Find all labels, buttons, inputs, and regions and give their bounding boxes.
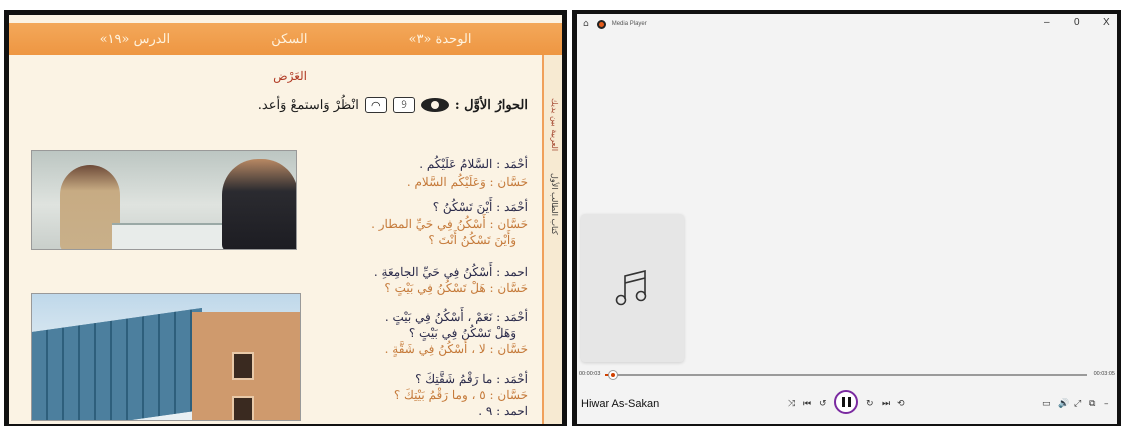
cast-icon[interactable]: ⧉: [1089, 399, 1095, 409]
side-tab: العربية بين يديك كتاب الطالب الأول: [542, 55, 562, 424]
media-player-content: ⌂ Media Player – 0 X 00:00:03 00:03:05 H…: [577, 14, 1117, 424]
close-button[interactable]: X: [1103, 17, 1110, 28]
photo-window: [232, 352, 254, 380]
dialog-line: أحْمَد : نَعَمْ ، أَسْكُنُ فِي بَيْتٍ .: [384, 310, 528, 324]
dialog-line: حَسَّان : وَعَلَيْكُم السَّلام .: [406, 175, 528, 189]
side-tab-volume: كتاب الطالب الأول: [550, 173, 559, 235]
music-note-icon: [615, 269, 646, 306]
dialog-line: احمد : ٩ .: [478, 404, 528, 418]
transport-bar: Hiwar As-Sakan ⤨ ⏮ ↺ ↻ ⏭ ⟲ ▭ 🔊 ⤢ ⧉ –: [577, 390, 1117, 420]
home-icon[interactable]: ⌂: [583, 19, 589, 29]
dialog-line: أحْمَد : ما رَقْمُ شَقَّتِكَ ؟: [415, 372, 528, 386]
photo-window: [232, 396, 254, 420]
title-bar: ⌂ Media Player – 0 X: [577, 14, 1117, 34]
media-player-window: ⌂ Media Player – 0 X 00:00:03 00:03:05 H…: [572, 10, 1121, 426]
repeat-icon[interactable]: ⟲: [897, 399, 905, 409]
unit-label: الوحدة «٣»: [408, 31, 472, 47]
dialog-instruction-row: الحوارُ الأوَّل : 𝟿 ◠ انْظُرْ وَاستمعْ و…: [258, 97, 528, 113]
mouth-icon: ◠: [364, 97, 387, 113]
dialog-line: حَسَّان : أَسْكُنُ فِي حَيِّ المطار .: [371, 217, 528, 231]
ear-icon: 𝟿: [392, 97, 415, 113]
dialog-line: حَسَّان : هَلْ تَسْكُنُ فِي بَيْتٍ ؟: [384, 281, 528, 295]
seek-thumb[interactable]: [607, 370, 618, 380]
photo-glass-facade: [32, 308, 202, 420]
total-time: 00:03:05: [1093, 371, 1115, 377]
seek-bar-row: 00:00:03 00:03:05: [577, 369, 1117, 381]
forward-icon[interactable]: ↻: [866, 399, 874, 409]
photo-person-left: [60, 165, 120, 249]
photo-person-right: [222, 159, 296, 249]
app-icon: [596, 19, 606, 29]
dialog-instruction: انْظُرْ وَاستمعْ وَأعد.: [257, 97, 359, 113]
elapsed-time: 00:00:03: [579, 371, 601, 377]
eye-icon: [420, 98, 449, 112]
fullscreen-icon[interactable]: ⤢: [1074, 399, 1081, 409]
pause-icon: [841, 397, 851, 407]
pause-button[interactable]: [834, 390, 858, 414]
photo-table: [112, 223, 232, 249]
dialog-line: احمد : أَسْكُنُ فِي حَيِّ الجامِعَةِ .: [373, 265, 528, 279]
shuffle-icon[interactable]: ⤨: [788, 399, 795, 409]
dialog-line: أحْمَد : السَّلامُ عَلَيْكُم .: [419, 157, 528, 171]
seek-track[interactable]: [605, 370, 1087, 380]
volume-icon[interactable]: 🔊: [1058, 399, 1069, 409]
textbook-page: الوحدة «٣» السكن الدرس «١٩» العربية بين …: [9, 15, 562, 424]
album-art-placeholder: [581, 214, 684, 362]
track-title: Hiwar As-Sakan: [581, 398, 660, 410]
dialog-line: وَهَلْ تَسْكُنُ فِي بَيْتٍ ؟: [408, 326, 516, 340]
textbook-screenshot: الوحدة «٣» السكن الدرس «١٩» العربية بين …: [4, 10, 567, 426]
next-icon[interactable]: ⏭: [882, 399, 890, 409]
miniplayer-icon[interactable]: ▭: [1042, 399, 1051, 409]
photo-building: [31, 293, 301, 421]
topic-label: السكن: [271, 31, 308, 47]
minimize-button[interactable]: –: [1044, 17, 1050, 28]
side-tab-book: العربية بين يديك: [550, 97, 559, 151]
photo-two-men-talking: [31, 150, 297, 250]
dialog-label: الحوارُ الأوَّل :: [454, 97, 528, 113]
photo-stone-wall: [192, 312, 300, 420]
page-header-band: الوحدة «٣» السكن الدرس «١٩»: [9, 23, 562, 55]
lesson-label: الدرس «١٩»: [99, 31, 171, 47]
previous-icon[interactable]: ⏮: [803, 399, 811, 409]
dialog-line: حَسَّان : ٥ ، وما رَقْمُ بَيْتِكَ ؟: [393, 388, 528, 402]
dialog-line: حَسَّان : لا ، أَسْكُنُ فِي شَقَّةٍ .: [384, 342, 528, 356]
section-title: العَرْض: [273, 69, 307, 83]
dialog-line: أحْمَد : أَيْنَ تَسْكُنُ ؟: [432, 200, 528, 214]
more-options-icon[interactable]: –: [1104, 399, 1109, 409]
maximize-button[interactable]: 0: [1074, 17, 1080, 28]
dialog-line: وَأَيْنَ تَسْكُنُ أَنْتَ ؟: [428, 233, 516, 247]
app-title: Media Player: [611, 21, 647, 27]
rewind-icon[interactable]: ↺: [819, 399, 827, 409]
